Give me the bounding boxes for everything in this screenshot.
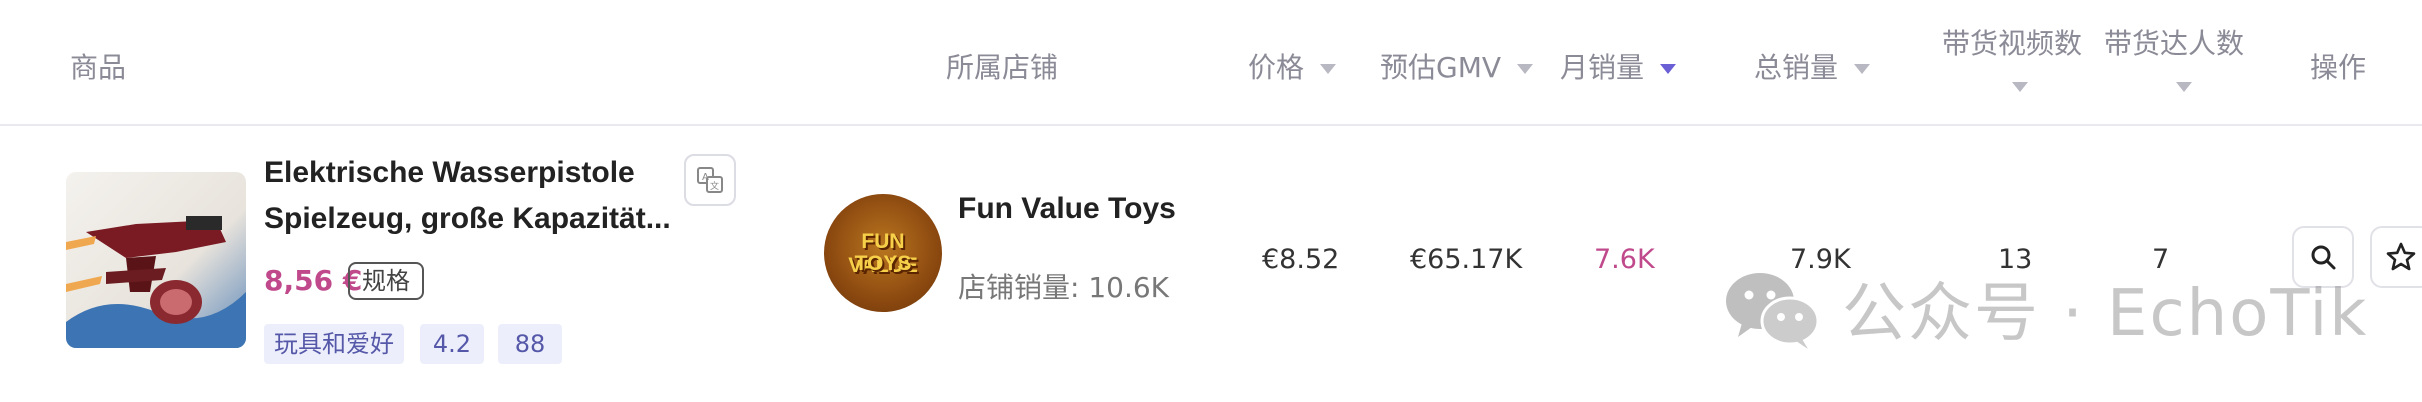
- header-actions: 操作: [2310, 51, 2367, 84]
- header-monthly-sales-sort[interactable]: 月销量: [1560, 46, 1677, 86]
- sort-caret-icon: [1320, 64, 1337, 74]
- sort-caret-active-icon: [1660, 64, 1677, 74]
- header-total-sales-sort[interactable]: 总销量: [1754, 46, 1871, 86]
- svg-text:A: A: [702, 172, 709, 183]
- header-creator-count-sort[interactable]: 带货达人数: [2104, 22, 2244, 62]
- header-price: 价格: [1248, 51, 1305, 84]
- header-video-count-sort[interactable]: 带货视频数: [1942, 22, 2082, 62]
- sort-caret-icon: [2176, 82, 2192, 92]
- header-gmv-sort[interactable]: 预估GMV: [1380, 46, 1534, 86]
- watermark-text: 公众号 · EchoTik: [1842, 277, 2369, 351]
- svg-text:文: 文: [710, 180, 719, 192]
- wechat-icon: [1726, 273, 1820, 349]
- watermark: 公众号 · EchoTik: [1722, 262, 2368, 354]
- translate-icon: A 文: [697, 167, 723, 193]
- count-tag: 88: [498, 324, 562, 364]
- product-image[interactable]: [66, 172, 246, 348]
- translate-button[interactable]: A 文: [684, 154, 736, 206]
- price-value: €8.52: [1262, 244, 1340, 275]
- shop-logo-text-2: TOYS: [854, 252, 912, 275]
- shop-sales: 店铺销量: 10.6K: [958, 271, 1170, 304]
- header-shop: 所属店铺: [946, 51, 1059, 84]
- star-icon: [2386, 242, 2416, 271]
- category-tag: 玩具和爱好: [264, 324, 404, 364]
- rating-tag: 4.2: [420, 324, 484, 364]
- header-product: 商品: [70, 51, 127, 84]
- product-title-line-1: Elektrische Wasserpistole: [264, 156, 635, 189]
- header-price-sort[interactable]: 价格: [1248, 46, 1337, 86]
- header-total-sales: 总销量: [1754, 51, 1839, 84]
- product-title-line-2: Spielzeug, große Kapazität...: [264, 202, 671, 235]
- product-title[interactable]: Elektrische Wasserpistole Spielzeug, gro…: [264, 150, 684, 242]
- header-monthly-sales: 月销量: [1560, 51, 1645, 84]
- sort-caret-icon: [1854, 64, 1871, 74]
- sort-caret-icon: [1517, 64, 1534, 74]
- gmv-value: €65.17K: [1410, 244, 1523, 275]
- monthly-sales-value: 7.6K: [1594, 244, 1655, 275]
- header-gmv: 预估GMV: [1380, 51, 1502, 84]
- table-header: 商品 所属店铺 价格 预估GMV 月销量 总销量 带货视频数 带货达人数 操作: [0, 0, 2422, 126]
- shop-name[interactable]: Fun Value Toys: [958, 192, 1176, 226]
- header-creator-count: 带货达人数: [2104, 27, 2245, 60]
- favorite-button[interactable]: [2370, 226, 2422, 288]
- spec-button[interactable]: 规格: [348, 262, 424, 300]
- water-gun-icon: [66, 172, 246, 348]
- shop-logo[interactable]: FUN VALUE TOYS: [824, 194, 942, 312]
- header-video-count: 带货视频数: [1942, 27, 2083, 60]
- sort-caret-icon: [2012, 82, 2028, 92]
